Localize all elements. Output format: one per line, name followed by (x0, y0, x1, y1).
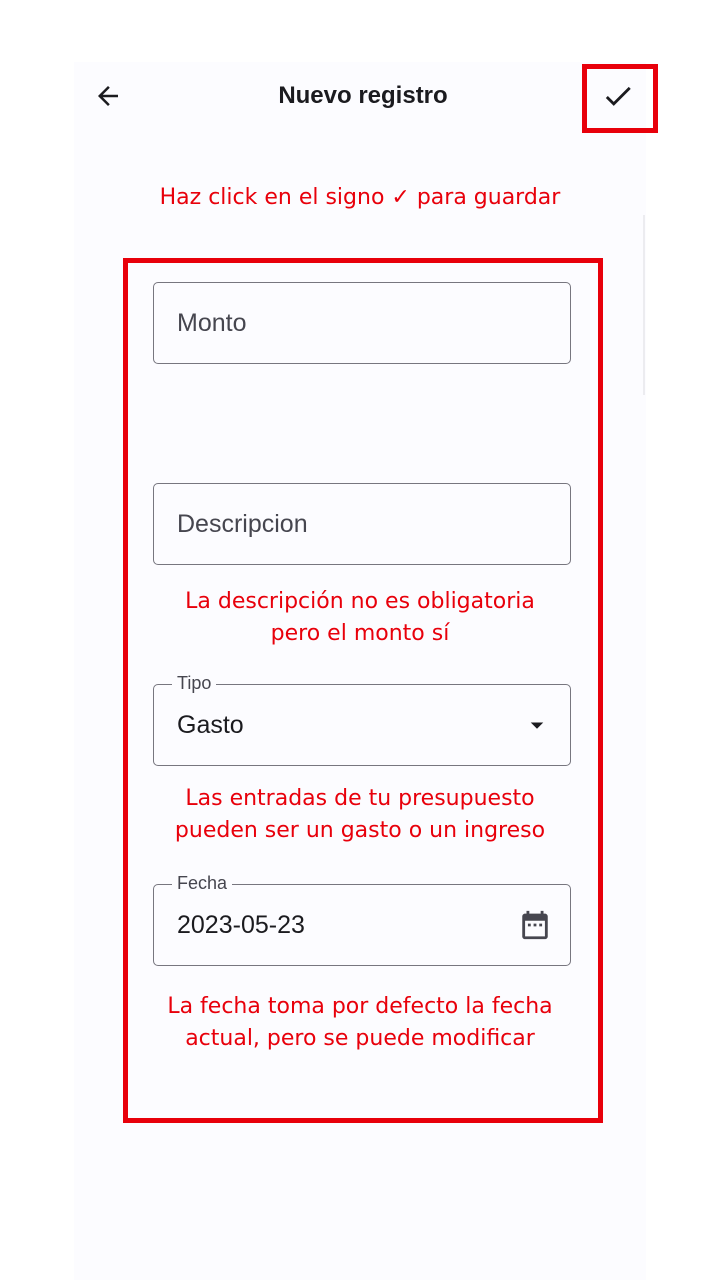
date-picker-button[interactable] (518, 885, 552, 965)
scroll-indicator (643, 215, 645, 395)
description-placeholder: Descripcion (177, 509, 308, 538)
calendar-icon (522, 910, 548, 940)
save-hint-annotation: Haz click en el signo ✓ para guardar (159, 185, 561, 210)
type-value: Gasto (177, 710, 244, 739)
arrow-left-icon (98, 86, 118, 106)
date-value: 2023-05-23 (177, 910, 305, 939)
amount-placeholder: Monto (177, 308, 247, 337)
date-field[interactable]: Fecha 2023-05-23 (153, 872, 571, 966)
date-hint-annotation: La fecha toma por defecto la fecha actua… (167, 994, 553, 1051)
type-hint-annotation: Las entradas de tu presupuesto pueden se… (174, 786, 546, 843)
description-hint-annotation: La descripción no es obligatoria pero el… (185, 589, 535, 646)
amount-field[interactable]: Monto (153, 282, 571, 364)
check-icon (605, 86, 631, 106)
save-button[interactable] (594, 74, 642, 118)
arrow-drop-down-icon (530, 722, 544, 729)
type-select[interactable]: Tipo Gasto (153, 672, 571, 766)
description-field[interactable]: Descripcion (153, 483, 571, 565)
page-title: Nuevo registro (278, 82, 448, 109)
type-dropdown-trigger[interactable] (522, 685, 552, 765)
back-button[interactable] (88, 76, 128, 116)
